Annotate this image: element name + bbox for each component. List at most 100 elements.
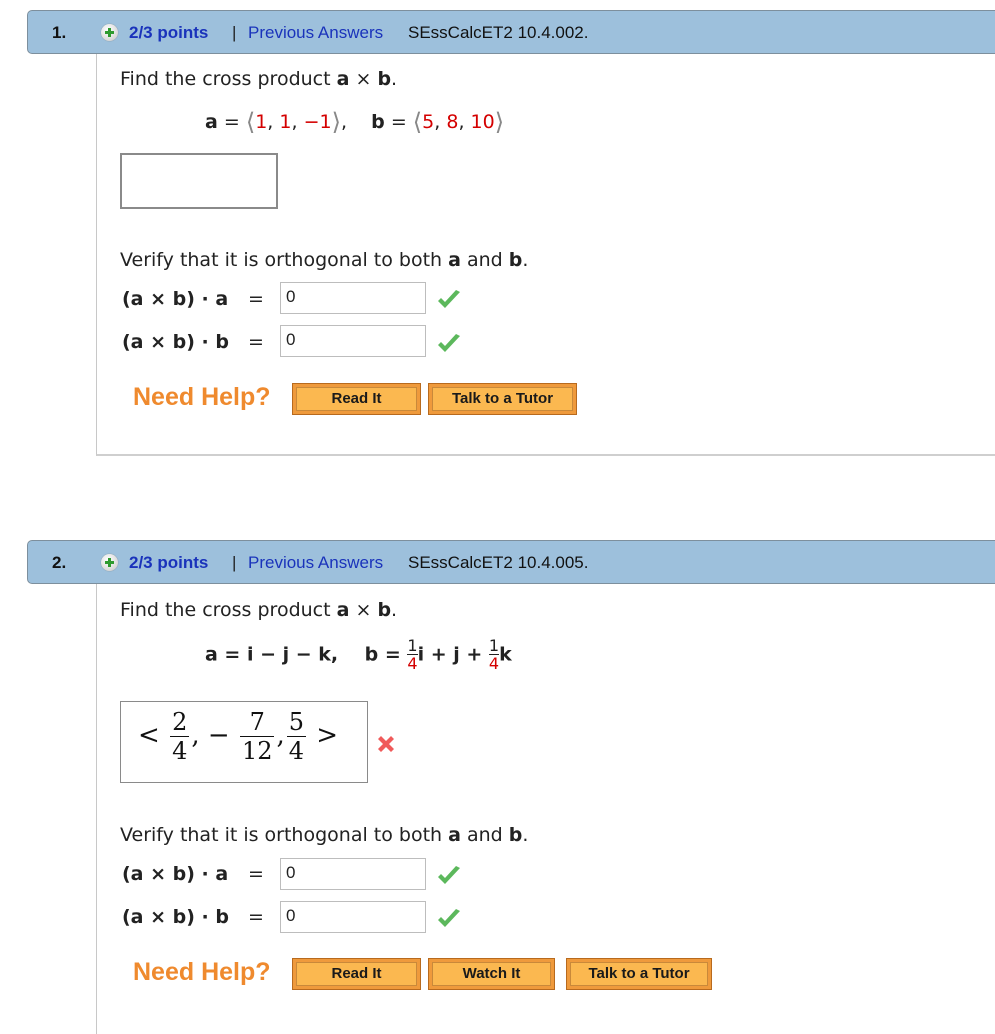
dot-label: (a × b) · (122, 288, 216, 310)
equals: = (248, 331, 264, 353)
question-2-verify-text: Verify that it is orthogonal to both a a… (120, 824, 528, 846)
vector-a: a (448, 249, 461, 271)
expand-plus-icon[interactable] (101, 24, 118, 41)
numerator: 7 (249, 708, 265, 736)
read-it-label: Read It (296, 962, 417, 986)
b-label: b = (364, 643, 408, 666)
question-2-prompt: Find the cross product a × b. (120, 599, 397, 621)
fraction-3: 54 (286, 708, 307, 765)
and-text: and (460, 249, 509, 271)
close-bracket: > (316, 720, 339, 751)
period: . (522, 249, 529, 271)
watch-it-label: Watch It (432, 962, 551, 986)
fraction-i-coef: 14 (407, 636, 418, 673)
correct-check-icon (438, 290, 460, 308)
question-1-header: 1. 2/3 points | Previous Answers SEssCal… (27, 10, 995, 54)
open-bracket: < (138, 720, 160, 751)
b-middle: i + j + (417, 643, 489, 666)
question-2-given-vectors: a = i − j − k, b = 14i + j + 14k (205, 638, 512, 672)
denominator: 4 (407, 654, 418, 673)
question-1-prompt: Find the cross product a × b. (120, 68, 397, 90)
dot-b-input[interactable]: 0 (280, 901, 426, 933)
dot-b-input[interactable]: 0 (280, 325, 426, 357)
numerator: 1 (407, 636, 418, 655)
dot-vector: a (215, 288, 229, 310)
need-help-label: Need Help? (133, 383, 271, 411)
question-number: 1. (52, 23, 67, 42)
left-angle: ⟨ (412, 108, 423, 136)
equals: = (248, 863, 264, 885)
prompt-text: Find the cross product (120, 599, 337, 621)
and-text: and (460, 824, 509, 846)
numerator: 2 (172, 708, 188, 736)
b-y: 8 (446, 111, 459, 133)
correct-check-icon (438, 334, 460, 352)
b-label: b (371, 111, 385, 133)
a-label: a (205, 111, 218, 133)
vector-b: b (377, 599, 392, 621)
dot-vector: b (215, 331, 229, 353)
period: . (391, 68, 398, 90)
watch-it-button[interactable]: Watch It (428, 958, 555, 990)
question-2-header: 2. 2/3 points | Previous Answers SEssCal… (27, 540, 995, 584)
period: . (522, 824, 529, 846)
question-number: 2. (52, 553, 67, 572)
right-angle: ⟩ (494, 108, 505, 136)
verify-text: Verify that it is orthogonal to both (120, 824, 449, 846)
a-z: −1 (303, 111, 332, 133)
denominator: 4 (170, 736, 190, 765)
read-it-button[interactable]: Read It (292, 958, 421, 990)
dot-row-b-label: (a × b) · b = (122, 906, 264, 928)
denominator: 4 (286, 736, 307, 765)
equals: = (248, 906, 264, 928)
talk-to-tutor-label: Talk to a Tutor (432, 387, 573, 411)
equals: = (248, 288, 264, 310)
dot-a-input[interactable]: 0 (280, 858, 426, 890)
question-code: SEssCalcET2 10.4.002. (408, 23, 589, 42)
points-label: 2/3 points (129, 553, 209, 572)
previous-answers-link[interactable]: Previous Answers (248, 23, 383, 43)
a-x: 1 (255, 111, 268, 133)
vector-b: b (377, 68, 392, 90)
separator: | (232, 553, 237, 572)
vector-b: b (508, 824, 523, 846)
read-it-button[interactable]: Read It (292, 383, 421, 415)
talk-to-tutor-button[interactable]: Talk to a Tutor (566, 958, 712, 990)
read-it-label: Read It (296, 387, 417, 411)
correct-check-icon (438, 866, 460, 884)
question-1-given-vectors: a = ⟨1, 1, −1⟩, b = ⟨5, 8, 10⟩ (205, 108, 505, 136)
dot-label: (a × b) · (122, 331, 216, 353)
vector-b: b (508, 249, 523, 271)
dot-a-input[interactable]: 0 (280, 282, 426, 314)
fraction-k-coef: 14 (488, 638, 500, 673)
vector-a: a (448, 824, 461, 846)
b-z: 10 (470, 111, 495, 133)
previous-answers-link[interactable]: Previous Answers (248, 553, 383, 573)
times-symbol: × (349, 68, 378, 90)
prompt-text: Find the cross product (120, 68, 337, 90)
dot-row-b-label: (a × b) · b = (122, 331, 264, 353)
left-angle: ⟨ (245, 108, 256, 136)
talk-to-tutor-button[interactable]: Talk to a Tutor (428, 383, 577, 415)
equals: = (384, 111, 413, 133)
need-help-label: Need Help? (133, 958, 271, 986)
denominator: 12 (239, 736, 275, 765)
dot-label: (a × b) · (122, 863, 216, 885)
dot-row-a-label: (a × b) · a = (122, 863, 264, 885)
denominator: 4 (488, 654, 500, 673)
numerator: 5 (288, 708, 305, 736)
a-expression: a = i − j − k, (205, 643, 339, 666)
minus-sign: − (207, 720, 230, 751)
dot-row-a-label: (a × b) · a = (122, 288, 264, 310)
right-angle: ⟩ (331, 108, 341, 136)
dot-vector: b (215, 906, 229, 928)
correct-check-icon (438, 909, 460, 927)
equals: = (217, 111, 246, 133)
dot-label: (a × b) · (122, 906, 216, 928)
times-symbol: × (349, 599, 378, 621)
expand-plus-icon[interactable] (101, 554, 118, 571)
question-code: SEssCalcET2 10.4.005. (408, 553, 589, 572)
cross-product-answer-box[interactable] (120, 153, 278, 209)
talk-to-tutor-label: Talk to a Tutor (570, 962, 708, 986)
vector-a: a (336, 599, 350, 621)
